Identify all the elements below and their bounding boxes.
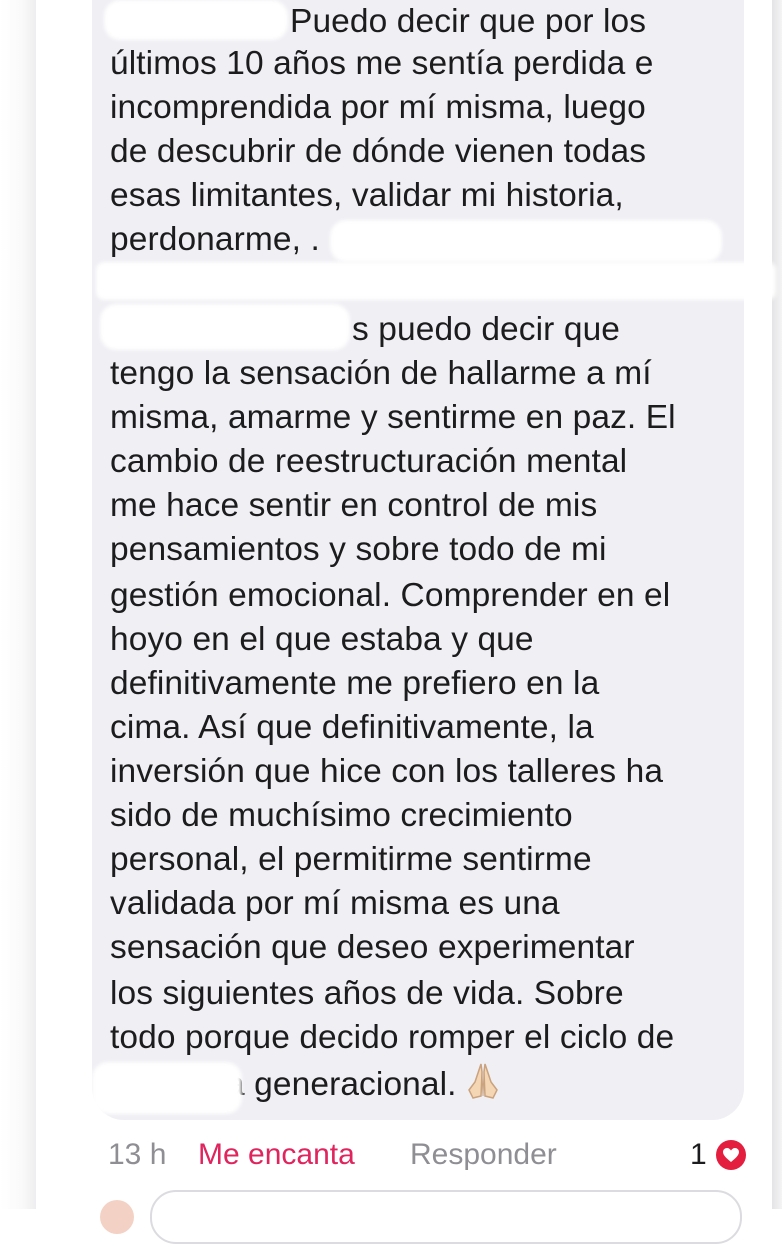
screen-frame-left (0, 0, 36, 1209)
redaction-patch (100, 304, 350, 350)
timestamp: 13 h (108, 1138, 167, 1171)
love-reaction-button[interactable]: Me encanta (198, 1133, 355, 1177)
comment-line: incomprendida por mí misma, luego (110, 89, 646, 126)
comment-line: personal, el permitirme sentirme (110, 841, 592, 878)
comment-line: sensación que deseo experimentar (110, 929, 635, 966)
comment-line: s puedo decir que (352, 311, 621, 348)
comment-line-last: a generacional. (226, 1060, 501, 1112)
redaction-patch (92, 1062, 242, 1114)
comment-line: Puedo decir que por los (290, 3, 647, 40)
comment-line: esas limitantes, validar mi historia, (110, 177, 624, 214)
redaction-patch (96, 262, 776, 300)
heart-icon[interactable] (716, 1140, 746, 1170)
reply-input[interactable] (150, 1190, 742, 1244)
avatar (100, 1200, 134, 1234)
comment-line: hoyo en el que estaba y que (110, 621, 534, 658)
comment-line: gestión emocional. Comprender en el (110, 577, 671, 614)
comment-line: perdonarme, . (110, 221, 320, 258)
comment-line: inversión que hice con los talleres ha (110, 753, 664, 790)
screen-frame-right (772, 0, 782, 1209)
comment-line: misma, amarme y sentirme en paz. El (110, 399, 676, 436)
comment-line: tengo la sensación de hallarme a mí (110, 355, 652, 392)
comment-line: pensamientos y sobre todo de mi (110, 531, 607, 568)
comment-line: cima. Así que definitivamente, la (110, 709, 594, 746)
reply-button[interactable]: Responder (410, 1133, 557, 1177)
comment-line: todo porque decido romper el ciclo de (110, 1019, 675, 1056)
comment-line: últimos 10 años me sentía perdida e (110, 45, 654, 82)
comment-line: cambio de reestructuración mental (110, 443, 628, 480)
comment-line: los siguientes años de vida. Sobre (110, 975, 624, 1012)
redaction-patch (104, 0, 288, 40)
comment-line: sido de muchísimo crecimiento (110, 797, 573, 834)
comment-line: validada por mí misma es una (110, 885, 560, 922)
comment-line: de descubrir de dónde vienen todas (110, 133, 647, 170)
reaction-count[interactable]: 1 (690, 1133, 707, 1177)
comment-line-text: a generacional. (226, 1065, 457, 1103)
redaction-patch (330, 220, 722, 262)
comment-line: definitivamente me prefiero en la (110, 665, 600, 702)
folded-hands-icon (465, 1060, 501, 1112)
comment-line: me hace sentir en control de mis (110, 487, 598, 524)
comment-actions: 13 h Me encanta Responder 1 (0, 1133, 782, 1177)
